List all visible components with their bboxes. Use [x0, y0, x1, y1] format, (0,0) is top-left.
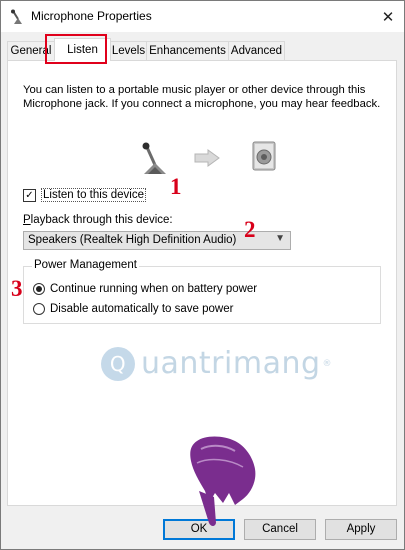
annotation-number-3: 3	[11, 276, 23, 301]
close-icon: ✕	[381, 8, 395, 26]
watermark: Q uantrimang ®	[101, 346, 332, 381]
speaker-icon	[252, 141, 276, 171]
watermark-text: uantrimang	[141, 346, 321, 381]
radio-disable-automatically-button[interactable]	[33, 303, 45, 315]
window-title: Microphone Properties	[31, 9, 152, 23]
watermark-registered: ®	[322, 358, 333, 369]
listen-checkbox-row[interactable]: ✓ Listen to this device	[23, 188, 147, 202]
radio-continue-running-button[interactable]	[33, 283, 45, 295]
tab-enhancements[interactable]: Enhancements	[146, 41, 229, 60]
chevron-down-icon: ▼	[275, 233, 285, 244]
microphone-icon	[11, 9, 22, 24]
radio-continue-running[interactable]: Continue running when on battery power	[33, 283, 257, 295]
playback-label: Playback through this device:	[23, 214, 173, 226]
tab-levels[interactable]: Levels	[110, 41, 147, 60]
close-button[interactable]: ✕	[372, 1, 404, 32]
power-management-title: Power Management	[32, 259, 139, 271]
watermark-logo-icon: Q	[101, 346, 135, 381]
device-flow-graphic	[138, 136, 288, 176]
annotation-number-1: 1	[170, 174, 182, 199]
radio-disable-automatically-label: Disable automatically to save power	[50, 303, 234, 315]
apply-button[interactable]: Apply	[325, 519, 397, 540]
properties-window: Microphone Properties ✕ General Listen L…	[0, 0, 405, 550]
playback-label-text: layback through this device:	[30, 214, 173, 226]
playback-device-value: Speakers (Realtek High Definition Audio)	[28, 234, 237, 246]
pointing-hand-icon	[190, 436, 256, 526]
title-bar: Microphone Properties ✕	[1, 1, 404, 32]
description-text: You can listen to a portable music playe…	[23, 84, 381, 110]
annotation-number-2: 2	[244, 217, 256, 242]
listen-checkbox[interactable]: ✓	[23, 188, 36, 202]
listen-tab-highlight	[45, 34, 107, 64]
microphone-stand-icon	[142, 142, 166, 174]
radio-continue-running-label: Continue running when on battery power	[50, 283, 258, 295]
right-arrow-icon	[194, 149, 220, 167]
power-management-group: Power Management Continue running when o…	[23, 259, 381, 324]
listen-checkbox-label: Listen to this device	[41, 188, 147, 202]
radio-disable-automatically[interactable]: Disable automatically to save power	[33, 303, 233, 315]
tab-advanced[interactable]: Advanced	[228, 41, 285, 60]
